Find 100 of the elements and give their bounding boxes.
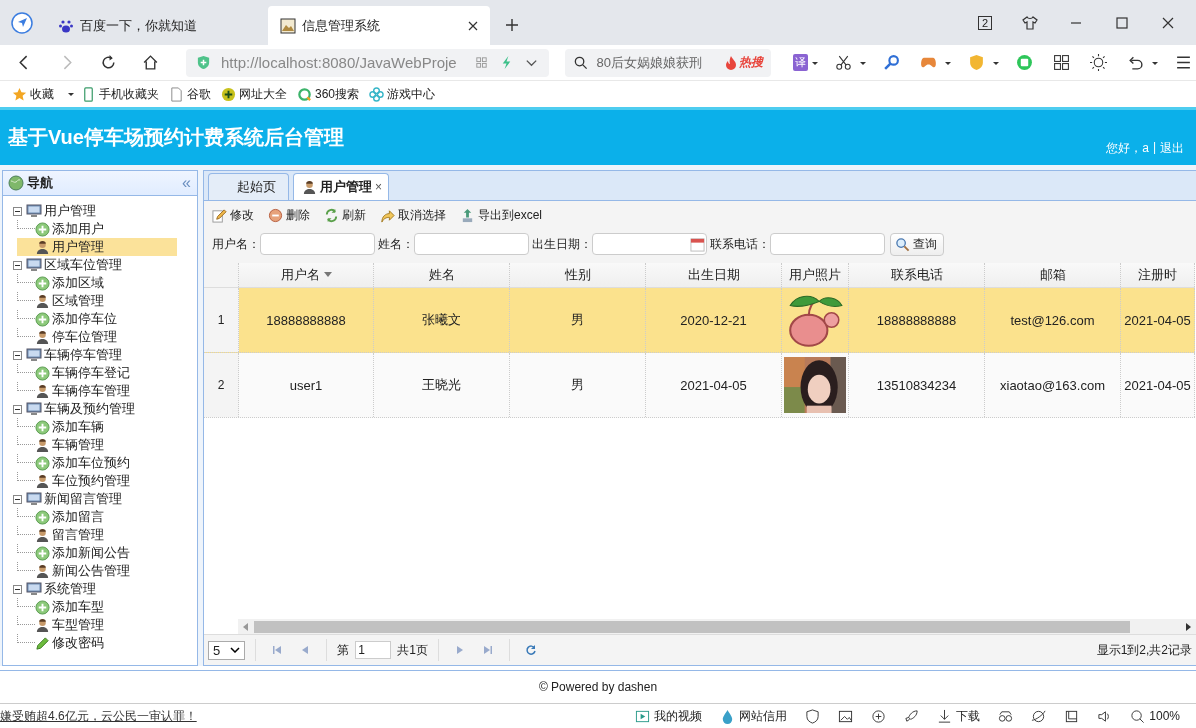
toolbar-button[interactable]: 修改 [212, 206, 254, 224]
content-tab[interactable]: 用户管理 × [293, 173, 389, 200]
home-icon[interactable] [142, 54, 159, 71]
tree-item[interactable]: 车辆停车登记 [35, 364, 134, 382]
bookmark[interactable]: 游戏中心 [369, 85, 436, 103]
tree-item[interactable]: 区域车位管理 [44, 256, 122, 274]
page-input[interactable]: 1 [355, 641, 392, 659]
tree-item[interactable]: 车型管理 [35, 616, 108, 634]
tree-item[interactable]: 用户管理 [17, 238, 177, 256]
window-icon[interactable] [1064, 708, 1080, 724]
tree-item[interactable]: 添加车位预约 [35, 454, 134, 472]
table-cell: 男 [571, 376, 584, 394]
bookmark[interactable]: 360搜索 [297, 85, 360, 103]
bookmark[interactable]: 手机收藏夹 [81, 85, 159, 103]
tree-item[interactable]: 添加留言 [35, 508, 108, 526]
tab-count[interactable]: 2 [977, 16, 992, 30]
tree-item[interactable]: 车位预约管理 [35, 472, 134, 490]
browser-tab[interactable]: 信息管理系统 [268, 6, 490, 45]
grid-icon[interactable] [1053, 54, 1070, 71]
toggle-icon[interactable] [13, 350, 22, 360]
image-icon[interactable] [838, 708, 854, 724]
tree-item[interactable]: 添加用户 [35, 220, 108, 238]
toolbar-button[interactable]: 取消选择 [380, 206, 446, 224]
news-link[interactable]: 嫌受贿超4.6亿元，云公民一审认罪！ [0, 707, 197, 725]
tree-item[interactable]: 留言管理 [35, 526, 108, 544]
column-header[interactable]: 性别 [510, 263, 646, 287]
globe-icon[interactable] [1031, 708, 1047, 724]
hot-search-link[interactable]: 热搜 [725, 54, 763, 71]
key-icon[interactable] [883, 54, 900, 71]
tree-item[interactable]: 新闻公告管理 [35, 562, 134, 580]
input-field[interactable] [260, 233, 375, 255]
tree-item[interactable]: 车辆管理 [35, 436, 108, 454]
table-row[interactable]: 2 user1 王晓光 男 2021-04-05 13510834234 xiaotao@163.com 2021-04-05 [204, 353, 1195, 418]
plus-icon[interactable] [504, 17, 520, 33]
column-header[interactable]: 姓名 [374, 263, 510, 287]
toggle-icon[interactable] [13, 404, 22, 414]
page-size-select[interactable]: 5 [208, 640, 246, 660]
close-icon[interactable]: × [375, 180, 382, 194]
input-field[interactable] [414, 233, 529, 255]
tree-item[interactable]: 车辆停车管理 [35, 382, 134, 400]
toolbar-button[interactable]: 刷新 [324, 206, 366, 224]
tree-item[interactable]: 停车位管理 [35, 328, 121, 346]
tree-item[interactable]: 系统管理 [44, 580, 96, 598]
refresh-icon[interactable] [524, 644, 537, 656]
toolbar-button[interactable]: 删除 [268, 206, 310, 224]
glasses-icon[interactable] [998, 708, 1014, 724]
content-tab[interactable]: 起始页 [208, 173, 289, 200]
compass-icon[interactable] [10, 11, 34, 35]
scissors-icon[interactable] [835, 54, 852, 71]
close-icon[interactable] [468, 20, 478, 31]
tree-item[interactable]: 添加车型 [35, 598, 108, 616]
toolbar-button[interactable]: 导出到excel [460, 206, 542, 224]
tree-item[interactable]: 用户管理 [44, 202, 96, 220]
tree-item[interactable]: 新闻留言管理 [44, 490, 122, 508]
rocket-icon[interactable] [904, 708, 920, 724]
column-header[interactable]: 邮箱 [985, 263, 1121, 287]
column-header[interactable]: 出生日期 [646, 263, 782, 287]
column-header[interactable]: 用户名 [239, 263, 374, 287]
column-header[interactable]: 注册时 [1121, 263, 1195, 287]
calendar-icon[interactable] [690, 236, 705, 252]
browser-tab[interactable]: 百度一下，你就知道 [46, 6, 268, 45]
column-header[interactable]: 联系电话 [849, 263, 985, 287]
status-item[interactable]: 网站信用 [720, 707, 788, 725]
scroll-right-icon[interactable] [1184, 621, 1192, 632]
status-item[interactable]: 我的视频 [635, 707, 703, 725]
tree-item[interactable]: 区域管理 [35, 292, 108, 310]
toggle-icon[interactable] [13, 206, 22, 216]
column-header[interactable]: 用户照片 [782, 263, 849, 287]
status-item[interactable]: 下载 [937, 707, 981, 725]
tree-item[interactable]: 添加停车位 [35, 310, 121, 328]
tree-item[interactable]: 修改密码 [35, 634, 108, 652]
shirt-icon[interactable] [1022, 15, 1038, 31]
bookmark[interactable]: 收藏 [12, 85, 54, 103]
bookmark[interactable]: 网址大全 [221, 85, 287, 103]
maximize-icon[interactable] [1114, 15, 1130, 31]
toggle-icon[interactable] [13, 260, 22, 270]
toggle-icon[interactable] [13, 584, 22, 594]
date-field[interactable] [592, 233, 707, 255]
translate-button[interactable]: 译 [793, 54, 808, 71]
caret-icon[interactable] [67, 90, 75, 98]
scrollbar-thumb[interactable] [254, 620, 1130, 633]
tree-item[interactable]: 车辆及预约管理 [44, 400, 135, 418]
tree-item[interactable]: 车辆停车管理 [44, 346, 122, 364]
sun-icon[interactable] [1090, 54, 1107, 71]
menu-icon[interactable] [1175, 54, 1192, 71]
status-item[interactable]: 100% [1130, 708, 1180, 724]
tree-item[interactable]: 添加车辆 [35, 418, 108, 436]
table-row[interactable]: 1 18888888888 张曦文 男 2020-12-21 18888888888 test@126.com 2021-04-05 [204, 288, 1195, 353]
plus-circle-icon[interactable] [871, 708, 887, 724]
close-icon[interactable] [1160, 15, 1176, 31]
query-button[interactable]: 查询 [890, 232, 944, 256]
undo-icon[interactable] [1127, 54, 1144, 71]
toggle-icon[interactable] [13, 494, 22, 504]
tree-item[interactable]: 添加新闻公告 [35, 544, 134, 562]
reload-icon[interactable] [100, 54, 117, 71]
tree-item[interactable]: 添加区域 [35, 274, 108, 292]
shield-icon[interactable] [805, 708, 821, 724]
search-field[interactable]: 80后女娲娘娘获刑 热搜 [565, 48, 771, 77]
input-field[interactable] [770, 233, 885, 255]
bookmark[interactable]: 谷歌 [169, 85, 211, 103]
